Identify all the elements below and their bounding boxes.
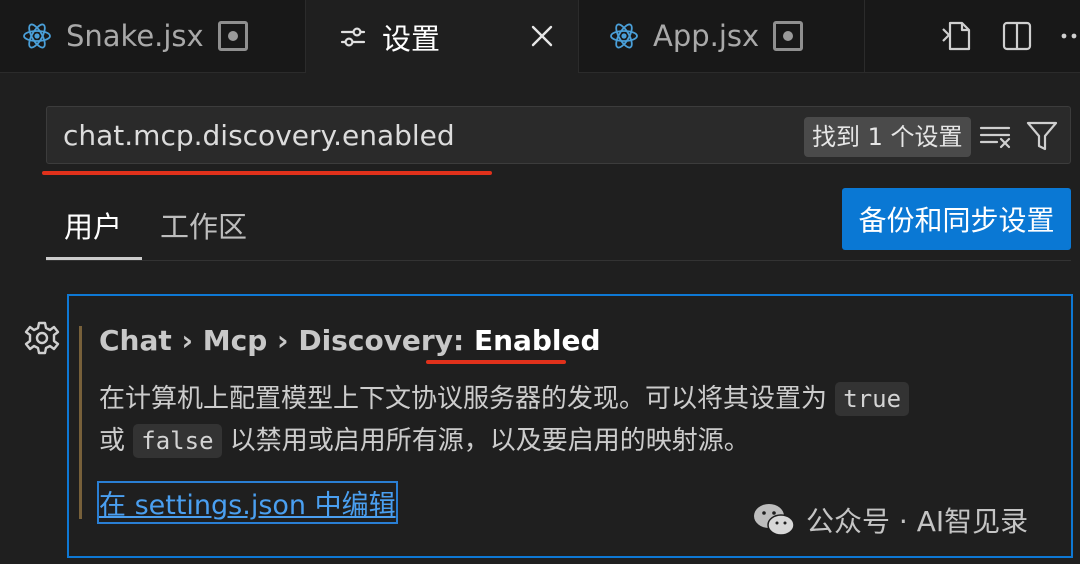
gear-icon[interactable] [24, 320, 60, 356]
tab-label: 设置 [382, 21, 441, 56]
settings-search-box: 找到 1 个设置 [46, 106, 1071, 164]
modified-indicator [79, 326, 82, 519]
description-text: 或 [99, 426, 126, 456]
tab-label: App.jsx [653, 19, 760, 53]
description-text: 以禁用或启用所有源，以及要启用的映射源。 [229, 426, 750, 456]
setting-description-line1: 在计算机上配置模型上下文协议服务器的发现。可以将其设置为 true [99, 378, 910, 416]
setting-title: Chat › Mcp › Discovery: Enabled [99, 324, 601, 357]
react-icon [23, 23, 51, 49]
setting-breadcrumb: Chat › Mcp › Discovery: [99, 324, 474, 357]
watermark-text: 公众号 · AI智见录 [806, 505, 1029, 538]
wechat-icon [754, 504, 795, 536]
tab-snake-jsx[interactable]: Snake.jsx [0, 0, 306, 72]
tab-label: Snake.jsx [66, 19, 204, 53]
filter-icon[interactable] [1025, 119, 1059, 153]
code-true: true [835, 382, 910, 416]
editor-tab-bar: Snake.jsx 设置 App.jsx [0, 0, 1080, 73]
open-file-icon[interactable] [940, 19, 974, 53]
split-editor-icon[interactable] [1000, 19, 1034, 53]
tab-settings[interactable]: 设置 [306, 0, 579, 73]
tab-workspace[interactable]: 工作区 [160, 204, 247, 246]
scope-divider [46, 260, 1071, 261]
more-actions-icon[interactable] [1060, 19, 1080, 53]
sliders-icon [340, 26, 366, 47]
edit-in-settings-json-link[interactable]: 在 settings.json 中编辑 [97, 481, 398, 524]
search-result-count: 找到 1 个设置 [804, 117, 971, 157]
code-false: false [133, 424, 222, 458]
search-highlight-underline [42, 171, 492, 175]
clear-filter-icon[interactable] [979, 119, 1013, 153]
setting-key: Enabled [473, 324, 601, 357]
tab-actions [940, 0, 1080, 72]
settings-search-input[interactable] [63, 115, 783, 155]
active-scope-indicator [46, 257, 142, 260]
setting-description-line2: 或 false 以禁用或启用所有源，以及要启用的映射源。 [99, 420, 750, 458]
unsaved-dot-icon[interactable] [217, 21, 248, 51]
watermark: 公众号 · AI智见录 [752, 500, 1028, 540]
backup-sync-button[interactable]: 备份和同步设置 [842, 188, 1071, 250]
close-icon[interactable] [528, 22, 556, 50]
unsaved-dot-icon[interactable] [773, 21, 804, 51]
tab-user[interactable]: 用户 [64, 204, 122, 246]
react-icon [610, 23, 638, 49]
tab-app-jsx[interactable]: App.jsx [579, 0, 865, 72]
key-highlight-underline [426, 360, 566, 364]
description-text: 在计算机上配置模型上下文协议服务器的发现。可以将其设置为 [99, 384, 828, 414]
